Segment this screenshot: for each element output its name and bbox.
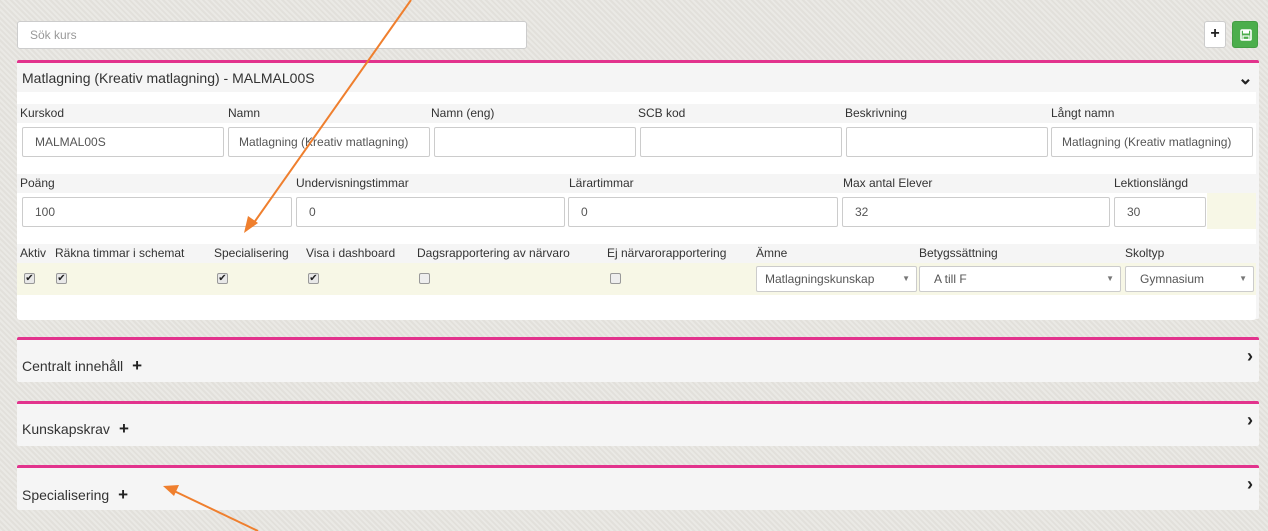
kurskod-input[interactable]: MALMAL00S	[22, 127, 224, 157]
label-undervisningstimmar: Undervisningstimmar	[296, 176, 409, 190]
input-row-1: MALMAL00S Matlagning (Kreativ matlagning…	[17, 123, 1256, 163]
chevron-down-icon[interactable]: ⌄	[1238, 68, 1253, 89]
skoltyp-value: Gymnasium	[1140, 272, 1205, 286]
label-skoltyp: Skoltyp	[1125, 246, 1165, 260]
label-max-antal-elever: Max antal Elever	[843, 176, 933, 190]
label-beskrivning: Beskrivning	[845, 106, 908, 120]
max-antal-elever-input[interactable]: 32	[842, 197, 1110, 227]
rakna-timmar-checkbox[interactable]: ✔	[56, 273, 67, 284]
lektionslangd-input[interactable]: 30	[1114, 197, 1206, 227]
section-title-row: Specialisering +	[22, 485, 128, 505]
specialisering-checkbox[interactable]: ✔	[217, 273, 228, 284]
chevron-right-icon[interactable]: ›	[1247, 346, 1253, 367]
poang-input[interactable]: 100	[22, 197, 292, 227]
save-icon	[1240, 29, 1252, 41]
course-panel: Matlagning (Kreativ matlagning) - MALMAL…	[17, 60, 1259, 320]
label-specialisering: Specialisering	[214, 246, 289, 260]
label-row-3: Aktiv Räkna timmar i schemat Specialiser…	[17, 244, 1256, 264]
chevron-right-icon[interactable]: ›	[1247, 410, 1253, 431]
row-highlight	[1207, 193, 1256, 229]
label-langt-namn: Långt namn	[1051, 106, 1115, 120]
label-namn: Namn	[228, 106, 261, 120]
langt-namn-input[interactable]: Matlagning (Kreativ matlagning)	[1051, 127, 1253, 157]
label-visa-i-dashboard: Visa i dashboard	[306, 246, 396, 260]
label-larartimmar: Lärartimmar	[569, 176, 634, 190]
label-row-1: Kurskod Namn Namn (eng) SCB kod Beskrivn…	[17, 104, 1256, 124]
label-poang: Poäng	[20, 176, 55, 190]
input-row-3: ✔ ✔ ✔ ✔ Matlagningskunskap ▼ A till F ▼ …	[17, 263, 1256, 295]
plus-icon[interactable]: +	[119, 419, 129, 438]
aktiv-checkbox[interactable]: ✔	[24, 273, 35, 284]
search-input[interactable]	[17, 21, 527, 49]
label-namn-eng: Namn (eng)	[431, 106, 495, 120]
namn-eng-input[interactable]	[434, 127, 636, 157]
betyg-select[interactable]: A till F ▼	[919, 266, 1121, 292]
add-course-button[interactable]: +	[1204, 21, 1226, 48]
caret-down-icon: ▼	[902, 274, 910, 283]
course-panel-title[interactable]: Matlagning (Kreativ matlagning) - MALMAL…	[22, 70, 315, 86]
section-title: Specialisering	[22, 487, 110, 503]
input-row-2: 100 0 0 32 30	[17, 193, 1256, 233]
amne-value: Matlagningskunskap	[765, 272, 875, 286]
dagsrapportering-checkbox[interactable]	[419, 273, 430, 284]
label-lektionslangd: Lektionslängd	[1114, 176, 1189, 190]
label-aktiv: Aktiv	[20, 246, 47, 260]
plus-icon[interactable]: +	[132, 356, 142, 375]
course-details: Kurskod Namn Namn (eng) SCB kod Beskrivn…	[17, 92, 1256, 320]
label-kurskod: Kurskod	[20, 106, 65, 120]
namn-input[interactable]: Matlagning (Kreativ matlagning)	[228, 127, 430, 157]
save-button[interactable]	[1232, 21, 1258, 48]
skoltyp-select[interactable]: Gymnasium ▼	[1125, 266, 1254, 292]
caret-down-icon: ▼	[1106, 274, 1114, 283]
label-dagsrapportering: Dagsrapportering av närvaro	[417, 246, 570, 260]
section-title: Kunskapskrav	[22, 421, 110, 437]
section-title-row: Kunskapskrav +	[22, 419, 129, 439]
section-kunskapskrav[interactable]: Kunskapskrav + ›	[17, 401, 1259, 446]
plus-icon[interactable]: +	[118, 485, 128, 504]
ej-narvarorapportering-checkbox[interactable]	[610, 273, 621, 284]
beskrivning-input[interactable]	[846, 127, 1048, 157]
chevron-right-icon[interactable]: ›	[1247, 474, 1253, 495]
label-betygssattning: Betygssättning	[919, 246, 998, 260]
amne-select[interactable]: Matlagningskunskap ▼	[756, 266, 917, 292]
label-ej-narvarorapportering: Ej närvarorapportering	[607, 246, 727, 260]
label-rakna-timmar: Räkna timmar i schemat	[55, 246, 185, 260]
caret-down-icon: ▼	[1239, 274, 1247, 283]
larartimmar-input[interactable]: 0	[568, 197, 838, 227]
undervisningstimmar-input[interactable]: 0	[296, 197, 565, 227]
section-specialisering[interactable]: Specialisering + ›	[17, 465, 1259, 510]
visa-i-dashboard-checkbox[interactable]: ✔	[308, 273, 319, 284]
scb-kod-input[interactable]	[640, 127, 842, 157]
section-centralt-innehall[interactable]: Centralt innehåll + ›	[17, 337, 1259, 382]
section-title-row: Centralt innehåll +	[22, 356, 142, 376]
label-amne: Ämne	[756, 246, 788, 260]
section-title: Centralt innehåll	[22, 358, 124, 374]
betyg-value: A till F	[934, 272, 967, 286]
label-scb-kod: SCB kod	[638, 106, 686, 120]
label-row-2: Poäng Undervisningstimmar Lärartimmar Ma…	[17, 174, 1256, 194]
